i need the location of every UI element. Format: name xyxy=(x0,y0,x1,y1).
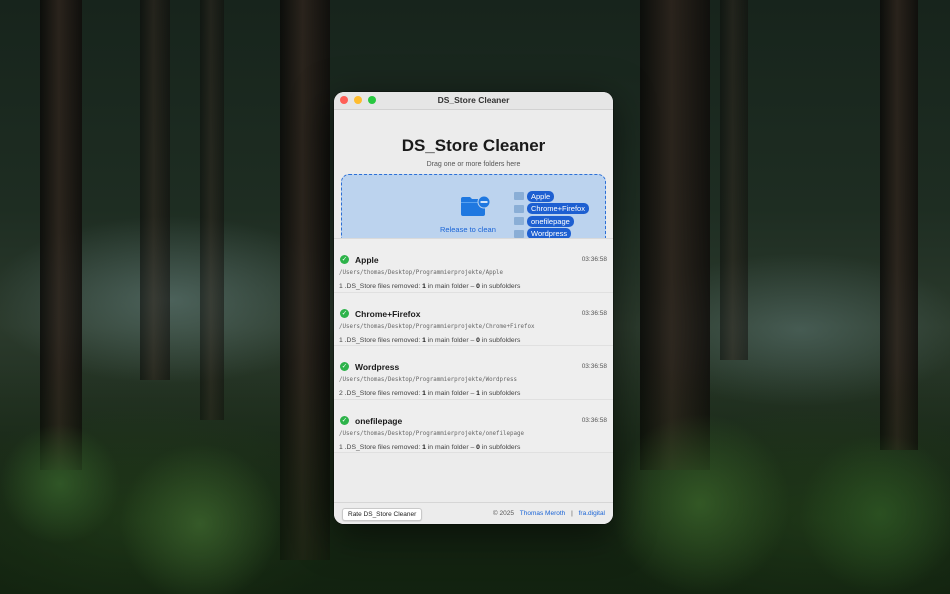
dragged-item-label: Apple xyxy=(527,190,555,202)
app-title: DS_Store Cleaner xyxy=(401,136,546,155)
credits: © 2025 Thomas Meroth | fra.digital xyxy=(493,510,605,517)
removal-summary: 1 .DS_Store files removed: 1 in main fol… xyxy=(339,443,521,451)
header: DS_Store Cleaner Drag one or more folder… xyxy=(334,110,613,252)
website-link[interactable]: fra.digital xyxy=(579,510,605,517)
drag-hint: Drag one or more folders here xyxy=(426,161,521,168)
tree-trunk xyxy=(140,0,170,380)
rate-app-button[interactable]: Rate DS_Store Cleaner xyxy=(342,508,423,521)
result-row[interactable]: ✓ onefilepage 03:36:58 /Users/thomas/Des… xyxy=(334,399,613,453)
window-title: DS_Store Cleaner xyxy=(437,95,510,105)
folder-icon xyxy=(514,217,524,226)
timestamp: 03:36:58 xyxy=(581,256,607,263)
footer: Rate DS_Store Cleaner © 2025 Thomas Mero… xyxy=(334,502,613,524)
dragged-item: onefilepage xyxy=(514,215,589,228)
release-label: Release to clean xyxy=(440,225,496,234)
dragged-item: Apple xyxy=(514,190,589,203)
title-bar[interactable]: DS_Store Cleaner xyxy=(334,92,613,110)
timestamp: 03:36:58 xyxy=(581,363,607,370)
checkmark-icon: ✓ xyxy=(340,308,349,318)
folder-minus-icon xyxy=(461,195,490,216)
copyright: © 2025 xyxy=(492,510,514,517)
separator: | xyxy=(571,510,573,517)
folder-name: Apple xyxy=(355,255,379,265)
result-row[interactable]: ✓ Apple 03:36:58 /Users/thomas/Desktop/P… xyxy=(334,239,613,293)
author-link[interactable]: Thomas Meroth xyxy=(520,510,566,517)
removal-summary: 1 .DS_Store files removed: 1 in main fol… xyxy=(339,283,521,290)
timestamp: 03:36:58 xyxy=(581,309,607,317)
checkmark-icon: ✓ xyxy=(340,415,349,425)
timestamp: 03:36:58 xyxy=(581,416,607,424)
result-row[interactable]: ✓ Wordpress 03:36:58 /Users/thomas/Deskt… xyxy=(334,346,613,400)
folder-path: /Users/thomas/Desktop/Programmierprojekt… xyxy=(339,270,504,276)
folder-name: onefilepage xyxy=(355,415,403,426)
result-row[interactable]: ✓ Chrome+Firefox 03:36:58 /Users/thomas/… xyxy=(334,292,613,346)
folder-path: /Users/thomas/Desktop/Programmierprojekt… xyxy=(339,323,535,330)
checkmark-icon: ✓ xyxy=(340,362,349,371)
app-window: DS_Store Cleaner DS_Store Cleaner Drag o… xyxy=(334,92,613,524)
results-list[interactable]: ✓ Apple 03:36:58 /Users/thomas/Desktop/P… xyxy=(334,238,613,453)
tree-trunk xyxy=(720,0,748,360)
folder-icon xyxy=(514,229,524,238)
dragged-item-label: onefilepage xyxy=(527,215,574,227)
folder-icon xyxy=(514,204,524,213)
checkmark-icon: ✓ xyxy=(340,255,349,264)
folder-icon xyxy=(514,192,524,201)
dragged-items: Apple Chrome+Firefox onefilepage Wordpre… xyxy=(514,190,589,240)
dragged-item: Chrome+Firefox xyxy=(514,203,589,216)
tree-trunk xyxy=(200,0,224,420)
folder-path: /Users/thomas/Desktop/Programmierprojekt… xyxy=(339,377,517,383)
removal-summary: 2 .DS_Store files removed: 1 in main fol… xyxy=(339,390,521,397)
folder-path: /Users/thomas/Desktop/Programmierprojekt… xyxy=(339,430,524,437)
folder-name: Chrome+Firefox xyxy=(355,308,421,319)
folder-name: Wordpress xyxy=(355,362,400,372)
dragged-item-label: Chrome+Firefox xyxy=(527,203,589,215)
removal-summary: 1 .DS_Store files removed: 1 in main fol… xyxy=(339,336,521,344)
